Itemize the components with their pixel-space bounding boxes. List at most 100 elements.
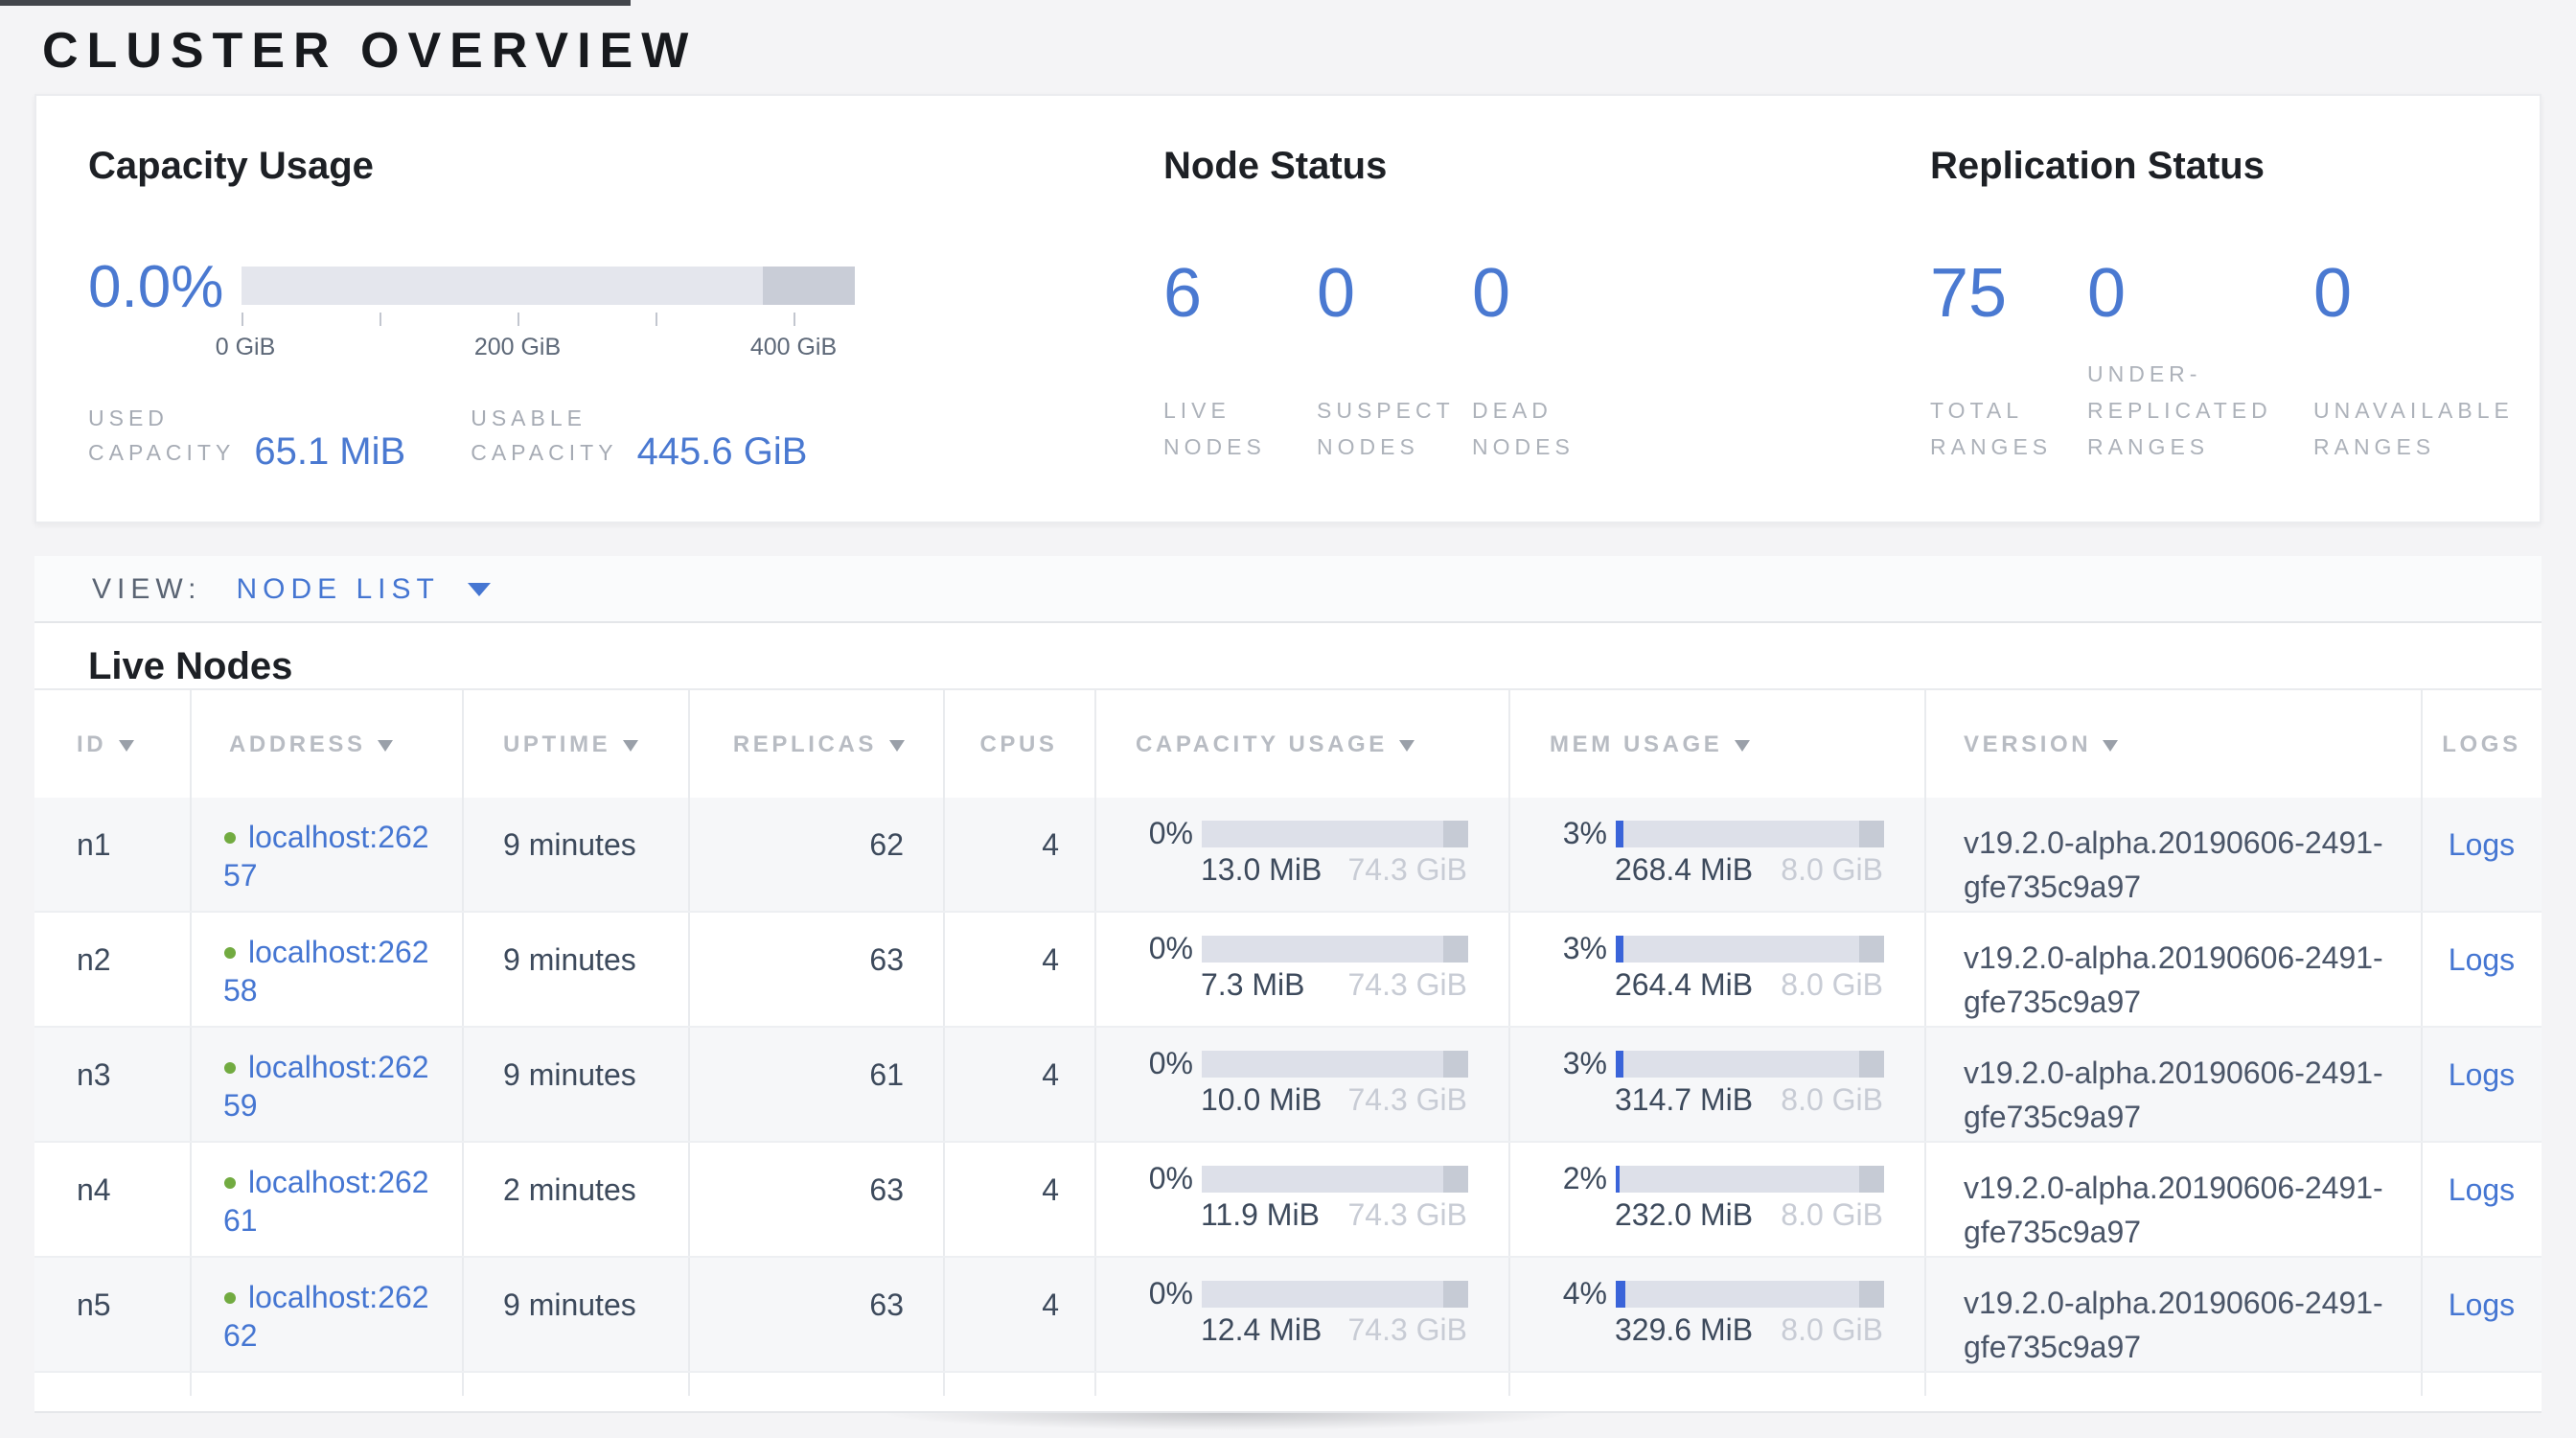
- capacity-used: 12.4 MiB: [1201, 1317, 1322, 1348]
- logs-link[interactable]: Logs: [2449, 1060, 2515, 1093]
- column-header-mem-usage[interactable]: MEM USAGE: [1508, 689, 1924, 798]
- under-replicated-ranges-stat: 0 UNDER- REPLICATED RANGES: [2087, 257, 2313, 468]
- logs-link[interactable]: Logs: [2449, 830, 2515, 863]
- table-row-n5: n5 localhost:26262 9 minutes 63 4 0% 12.…: [34, 1257, 2542, 1372]
- node-address-link[interactable]: localhost:26262: [223, 1283, 429, 1354]
- node-version: v19.2.0-alpha.20190606-2491-gfe735c9a97: [1924, 1027, 2421, 1142]
- capacity-percent: 0%: [1136, 1166, 1193, 1233]
- live-status-dot-icon: [223, 1292, 235, 1304]
- axis-tick: [380, 313, 381, 326]
- label-line: LIVE: [1163, 395, 1266, 431]
- column-label: REPLICAS: [733, 731, 877, 757]
- node-logs-cell: Logs: [2421, 912, 2542, 1027]
- node-replicas: 63: [688, 1142, 943, 1257]
- capacity-bar: [1201, 936, 1467, 963]
- node-status-stats: 6 LIVE NODES 0 SUSPECT NODES 0 DEAD NODE…: [1163, 257, 1654, 468]
- capacity-bar-reserved: [1442, 1166, 1467, 1193]
- logs-link[interactable]: Logs: [2449, 1175, 2515, 1208]
- mem-usage-widget: 3% 268.4 MiB8.0 GiB: [1550, 821, 1883, 888]
- node-uptime: 9 minutes: [462, 912, 688, 1027]
- mem-values: 329.6 MiB8.0 GiB: [1615, 1317, 1883, 1348]
- live-status-dot-icon: [223, 1062, 235, 1074]
- mem-total: 8.0 GiB: [1781, 1202, 1883, 1233]
- replication-status-heading: Replication Status: [1930, 146, 2265, 190]
- node-id: n5: [34, 1257, 190, 1372]
- column-header-replicas[interactable]: REPLICAS: [688, 689, 943, 798]
- capacity-values: 10.0 MiB74.3 GiB: [1201, 1087, 1467, 1118]
- capacity-bar: [1201, 821, 1467, 847]
- label-line: RANGES: [1930, 431, 2052, 468]
- table-row-n2: n2 localhost:26258 9 minutes 63 4 0% 7.3…: [34, 912, 2542, 1027]
- live-nodes-label: LIVE NODES: [1163, 395, 1266, 468]
- mem-bar-fill: [1615, 1051, 1622, 1078]
- node-address-link[interactable]: localhost:26261: [223, 1168, 429, 1239]
- node-capacity-usage-cell: 0% 12.4 MiB74.3 GiB: [1094, 1257, 1508, 1372]
- mem-values: 232.0 MiB8.0 GiB: [1615, 1202, 1883, 1233]
- node-address-link[interactable]: localhost:26259: [223, 1053, 429, 1124]
- sort-desc-icon: [1399, 740, 1414, 752]
- axis-tick-label: 200 GiB: [474, 334, 561, 360]
- capacity-usage-widget: 0% 11.9 MiB74.3 GiB: [1136, 1166, 1467, 1233]
- node-replicas: 61: [688, 1027, 943, 1142]
- node-address-link[interactable]: localhost:26258: [223, 938, 429, 1009]
- column-header-capacity-usage[interactable]: CAPACITY USAGE: [1094, 689, 1508, 798]
- node-capacity-usage-cell: 0% 7.3 MiB74.3 GiB: [1094, 912, 1508, 1027]
- capacity-used: 7.3 MiB: [1201, 972, 1305, 1003]
- node-cpus: 4: [943, 798, 1094, 912]
- sort-desc-icon: [888, 740, 904, 752]
- view-label: VIEW:: [92, 572, 201, 605]
- mem-usage-widget: 3% 314.7 MiB8.0 GiB: [1550, 1051, 1883, 1118]
- capacity-total: 74.3 GiB: [1347, 1202, 1467, 1233]
- node-mem-usage-cell: 4% 329.6 MiB8.0 GiB: [1508, 1257, 1924, 1372]
- column-label: VERSION: [1964, 731, 2091, 757]
- view-select-dropdown[interactable]: NODE LIST: [201, 572, 491, 605]
- sort-desc-icon: [378, 740, 393, 752]
- axis-tick-label: 0 GiB: [216, 334, 276, 360]
- node-address: localhost:26262: [223, 1281, 438, 1357]
- axis-tick: [518, 313, 519, 326]
- mem-bar: [1615, 1166, 1883, 1193]
- logs-link[interactable]: Logs: [2449, 1290, 2515, 1323]
- node-logs-cell: Logs: [2421, 1257, 2542, 1372]
- mem-bar-reserved: [1858, 1281, 1883, 1308]
- unavailable-ranges-stat: 0 UNAVAILABLE RANGES: [2313, 257, 2576, 468]
- logs-link[interactable]: Logs: [2449, 945, 2515, 978]
- usable-capacity-value: 445.6 GiB: [637, 435, 808, 472]
- table-row-n4: n4 localhost:26261 2 minutes 63 4 0% 11.…: [34, 1142, 2542, 1257]
- column-header-cpus[interactable]: CPUS: [943, 689, 1094, 798]
- mem-bar-fill: [1615, 1281, 1625, 1308]
- mem-used: 329.6 MiB: [1615, 1317, 1753, 1348]
- mem-bar: [1615, 936, 1883, 963]
- capacity-usage-heading: Capacity Usage: [88, 146, 374, 190]
- node-capacity-usage-cell: 0% 10.0 MiB74.3 GiB: [1094, 1027, 1508, 1142]
- column-header-uptime[interactable]: UPTIME: [462, 689, 688, 798]
- capacity-bar-group: 13.0 MiB74.3 GiB: [1201, 821, 1467, 888]
- axis-tick: [794, 313, 795, 326]
- capacity-bar: [1201, 1281, 1467, 1308]
- node-address-link[interactable]: localhost:26257: [223, 823, 429, 893]
- node-version: v19.2.0-alpha.20190606-2491-gfe735c9a97: [1924, 1142, 2421, 1257]
- mem-bar-fill: [1615, 821, 1622, 847]
- column-label: CAPACITY USAGE: [1136, 731, 1388, 757]
- column-header-id[interactable]: ID: [34, 689, 190, 798]
- column-label: LOGS: [2442, 731, 2520, 757]
- mem-bar-group: 314.7 MiB8.0 GiB: [1615, 1051, 1883, 1118]
- node-version: v19.2.0-alpha.20190606-2491-gfe735c9a97: [1924, 1257, 2421, 1372]
- column-header-address[interactable]: ADDRESS: [190, 689, 462, 798]
- capacity-bar-group: 12.4 MiB74.3 GiB: [1201, 1281, 1467, 1348]
- mem-used: 264.4 MiB: [1615, 972, 1753, 1003]
- axis-tick: [242, 313, 243, 326]
- mem-used: 314.7 MiB: [1615, 1087, 1753, 1118]
- column-header-version[interactable]: VERSION: [1924, 689, 2421, 798]
- mem-bar: [1615, 821, 1883, 847]
- total-ranges-stat: 75 TOTAL RANGES: [1930, 257, 2087, 468]
- node-address: localhost:26258: [223, 936, 438, 1012]
- node-mem-usage-cell: 3% 268.4 MiB8.0 GiB: [1508, 798, 1924, 912]
- live-nodes-stat: 6 LIVE NODES: [1163, 257, 1317, 468]
- mem-bar-reserved: [1858, 1166, 1883, 1193]
- suspect-nodes-label: SUSPECT NODES: [1317, 395, 1455, 468]
- mem-bar: [1615, 1281, 1883, 1308]
- page-title: CLUSTER OVERVIEW: [42, 21, 697, 81]
- label-line: NODES: [1472, 431, 1575, 468]
- dead-nodes-value: 0: [1472, 257, 1654, 330]
